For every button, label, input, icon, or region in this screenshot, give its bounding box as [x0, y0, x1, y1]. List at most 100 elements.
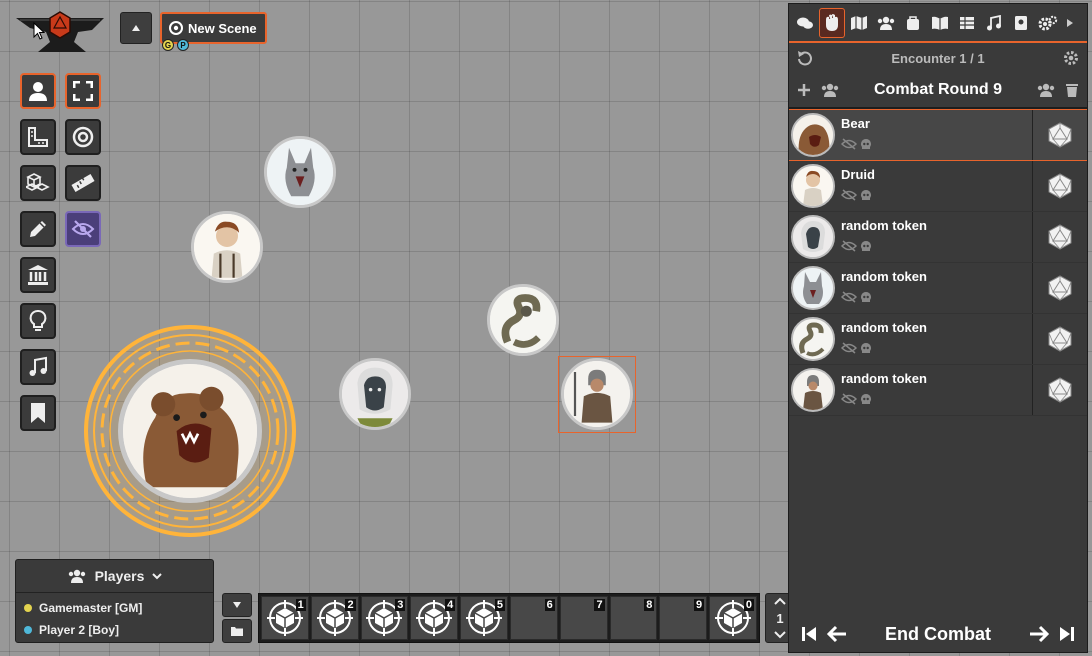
- sounds-tool[interactable]: [20, 349, 56, 385]
- tab-items[interactable]: [900, 8, 926, 38]
- hotbar-collapse-button[interactable]: [222, 593, 252, 617]
- skull-icon[interactable]: [860, 189, 872, 201]
- end-combat-button[interactable]: End Combat: [857, 624, 1019, 645]
- eye-slash-icon[interactable]: [841, 189, 857, 201]
- players-header[interactable]: Players: [16, 560, 213, 593]
- macro-slot-3[interactable]: 3: [360, 596, 409, 640]
- collapse-sidebar-button[interactable]: [1062, 8, 1078, 38]
- warrior-token[interactable]: [561, 358, 633, 430]
- combatant-row[interactable]: random token: [789, 212, 1087, 263]
- macro-slot-5[interactable]: 5: [460, 596, 508, 640]
- combatant-row[interactable]: random token: [789, 314, 1087, 365]
- macro-slot-7[interactable]: 7: [559, 596, 608, 640]
- roll-initiative-button[interactable]: [1032, 263, 1087, 313]
- d20-icon: [1048, 122, 1072, 148]
- chevron-down-icon[interactable]: [774, 631, 786, 639]
- blocks-tool[interactable]: [20, 165, 56, 201]
- select-tool[interactable]: [20, 73, 56, 109]
- macro-slot-1[interactable]: 1: [261, 596, 309, 640]
- skull-icon[interactable]: [860, 240, 872, 252]
- players-panel: Players Gamemaster [GM] Player 2 [Boy]: [15, 559, 214, 643]
- ruler-tool[interactable]: [65, 165, 101, 201]
- items-icon: [907, 15, 919, 30]
- eye-slash-icon[interactable]: [841, 138, 857, 150]
- next-turn-icon[interactable]: [1029, 625, 1049, 643]
- trash-icon[interactable]: [1065, 82, 1079, 98]
- visibility-tool[interactable]: [65, 211, 101, 247]
- first-round-icon[interactable]: [801, 625, 817, 643]
- eye-slash-icon[interactable]: [841, 342, 857, 354]
- chevron-up-icon[interactable]: [774, 597, 786, 605]
- tab-settings[interactable]: [1035, 8, 1061, 38]
- skull-icon[interactable]: [860, 138, 872, 150]
- notes-tool[interactable]: [20, 395, 56, 431]
- players-icon[interactable]: [1035, 83, 1057, 97]
- lighting-tool[interactable]: [20, 303, 56, 339]
- macro-slot-6[interactable]: 6: [509, 596, 558, 640]
- tab-chat[interactable]: [792, 8, 818, 38]
- roll-initiative-button[interactable]: [1032, 110, 1087, 160]
- tab-journal[interactable]: [927, 8, 953, 38]
- druid-token[interactable]: [191, 211, 263, 283]
- folder-icon: [231, 627, 243, 636]
- undo-icon[interactable]: [797, 50, 813, 66]
- plus-icon[interactable]: [797, 83, 811, 97]
- draw-tool[interactable]: [20, 211, 56, 247]
- combatant-row[interactable]: random token: [789, 365, 1087, 416]
- avatar: [791, 164, 835, 208]
- ruler-icon: [71, 174, 95, 192]
- skull-icon[interactable]: [860, 291, 872, 303]
- drow-token[interactable]: [339, 358, 411, 430]
- target-icon: [72, 126, 94, 148]
- encounter-label[interactable]: Encounter 1 / 1: [891, 51, 984, 66]
- player-row-gm[interactable]: Gamemaster [GM]: [16, 597, 213, 619]
- combatant-row[interactable]: random token: [789, 263, 1087, 314]
- roll-initiative-button[interactable]: [1032, 365, 1087, 415]
- tab-scenes[interactable]: [846, 8, 872, 38]
- serpent-token[interactable]: [487, 284, 559, 356]
- eye-slash-icon[interactable]: [841, 291, 857, 303]
- roll-initiative-button[interactable]: [1032, 161, 1087, 211]
- previous-turn-icon[interactable]: [827, 625, 847, 643]
- tab-tables[interactable]: [954, 8, 980, 38]
- macro-slot-10[interactable]: 0: [709, 596, 757, 640]
- scene-navigation-button[interactable]: New Scene: [160, 12, 267, 44]
- eye-slash-icon[interactable]: [841, 240, 857, 252]
- target-tool[interactable]: [65, 119, 101, 155]
- macro-slot-4[interactable]: 4: [410, 596, 459, 640]
- eye-slash-icon[interactable]: [841, 393, 857, 405]
- tab-playlists[interactable]: [981, 8, 1007, 38]
- wolf-token[interactable]: [264, 136, 336, 208]
- skull-icon[interactable]: [860, 393, 872, 405]
- tab-compendium[interactable]: [1008, 8, 1034, 38]
- macro-slot-9[interactable]: 9: [659, 596, 708, 640]
- fullscreen-tool[interactable]: [65, 73, 101, 109]
- roll-initiative-button[interactable]: [1032, 212, 1087, 262]
- roll-initiative-button[interactable]: [1032, 314, 1087, 364]
- bear-token[interactable]: [118, 359, 262, 503]
- d20-icon: [1048, 224, 1072, 250]
- walls-tool[interactable]: [20, 257, 56, 293]
- last-round-icon[interactable]: [1059, 625, 1075, 643]
- combatant-row[interactable]: Bear: [789, 109, 1087, 161]
- gear-icon[interactable]: [1063, 50, 1079, 66]
- warrior-portrait-icon: [564, 361, 630, 427]
- settings-icon: [1038, 15, 1058, 30]
- combatant-name: random token: [841, 218, 927, 233]
- journal-icon: [932, 16, 948, 30]
- macro-directory-button[interactable]: [222, 619, 252, 643]
- macro-slot-8[interactable]: 8: [609, 596, 658, 640]
- tab-combat[interactable]: [819, 7, 845, 38]
- toggle-navigation-button[interactable]: [120, 12, 152, 44]
- app-logo[interactable]: [12, 8, 108, 60]
- measure-tool[interactable]: [20, 119, 56, 155]
- macro-slot-2[interactable]: 2: [310, 596, 359, 640]
- tab-actors[interactable]: [873, 8, 899, 38]
- add-combatants-icon[interactable]: [819, 83, 841, 97]
- skull-icon[interactable]: [860, 342, 872, 354]
- bullseye-icon: [169, 21, 183, 35]
- playlist-icon: [987, 14, 1001, 30]
- druid-portrait-icon: [194, 214, 260, 280]
- combatant-row[interactable]: Druid: [789, 161, 1087, 212]
- player-row-2[interactable]: Player 2 [Boy]: [16, 619, 213, 641]
